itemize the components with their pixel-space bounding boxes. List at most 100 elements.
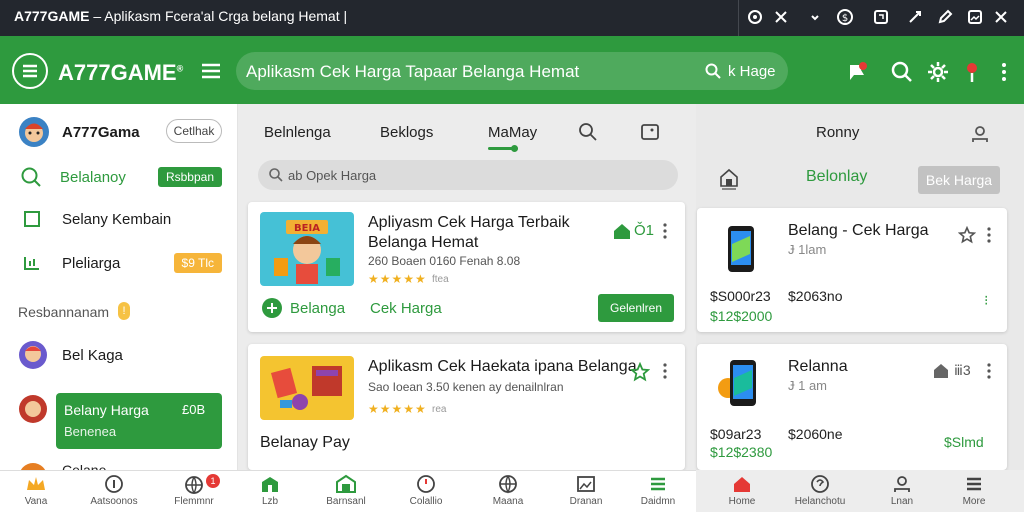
deal-extra: ⁝	[984, 292, 989, 308]
sidebar-item-chip[interactable]: $9 Tlc	[173, 253, 222, 273]
brand-logo[interactable]: A777GAME®	[58, 60, 183, 86]
gear-icon[interactable]	[906, 8, 924, 26]
middle-search-placeholder[interactable]: ab Opek Harga	[288, 168, 376, 183]
product-reviews: rea	[432, 404, 447, 415]
bottom-nav-item[interactable]: Lzb	[240, 474, 300, 512]
image-icon[interactable]	[966, 8, 984, 26]
product-rating: ★★★★★	[368, 272, 427, 286]
right-tab-button[interactable]: Bek Harga	[918, 166, 1000, 194]
more-icon[interactable]	[660, 222, 670, 240]
sidebar-user-label[interactable]: Celane	[62, 462, 106, 470]
brand-text: A777GAME	[58, 60, 177, 85]
product-tag[interactable]: Cek Harga	[370, 300, 442, 317]
menu-icon	[23, 64, 37, 78]
star-icon[interactable]	[630, 362, 650, 382]
bottom-nav-item[interactable]: Daidmn	[628, 474, 688, 512]
bottom-nav-item[interactable]: Barnsanl	[316, 474, 376, 512]
product-title[interactable]: Apliyasm Cek Harga Terbaik	[368, 214, 570, 232]
title-brand: A777GAME	[14, 8, 90, 24]
sidebar-user-selected[interactable]: Belany Harga £0B Benenea	[56, 393, 222, 449]
add-icon[interactable]	[262, 298, 282, 318]
deal-price-discount: $12$2000	[710, 308, 773, 324]
product-title-line2[interactable]: Belanga Hemat	[368, 234, 478, 252]
deal-sub: Ɉ 1 am	[788, 378, 828, 393]
section-badge: !	[118, 302, 130, 320]
location-icon[interactable]	[960, 60, 984, 84]
header-search-text[interactable]: Aplikasm Cek Harga Tapaar Belanga Hemat	[246, 62, 579, 82]
deal-title[interactable]: Belang - Cek Harga	[788, 222, 929, 240]
product-action-button[interactable]: Gelenlren	[598, 294, 674, 322]
hamburger-icon[interactable]	[200, 61, 222, 81]
edit-icon[interactable]	[936, 8, 954, 26]
bottom-nav-item[interactable]: Lnan	[872, 474, 932, 512]
tab-belnlenga[interactable]: Belnlenga	[264, 124, 331, 141]
sidebar-item-belalanoy[interactable]: Belalanoy Rsbbpan	[0, 156, 238, 198]
product-tag[interactable]: Belanga	[290, 300, 345, 317]
list-icon	[22, 253, 44, 273]
header-search-button[interactable]: k Hage	[704, 60, 776, 82]
home-icon[interactable]	[612, 222, 632, 240]
tab-beklogs[interactable]: Beklogs	[380, 124, 433, 141]
bottom-nav-item[interactable]: Dranan	[556, 474, 616, 512]
bottom-nav-item[interactable]: Home	[712, 474, 772, 512]
search-icon[interactable]	[578, 122, 598, 142]
sidebar-user-value: £0B	[182, 402, 206, 417]
close-window-icon[interactable]	[992, 8, 1010, 26]
bottom-nav-item[interactable]: Maana	[478, 474, 538, 512]
more-icon[interactable]	[984, 362, 994, 380]
menu-circle-button[interactable]	[12, 53, 48, 89]
bottom-nav-item[interactable]: Aatsoonos	[84, 474, 144, 512]
deal-sub: Ɉ 1lam	[788, 242, 827, 257]
product-title[interactable]: Aplikasm Cek Haekata ipana Belanga	[368, 358, 637, 376]
box-icon[interactable]	[872, 8, 890, 26]
home-icon[interactable]	[718, 166, 740, 192]
product-footer: Belanay Pay	[260, 434, 350, 451]
record-icon[interactable]	[746, 8, 764, 26]
deal-price: $09ar23	[710, 426, 762, 442]
search-icon	[268, 167, 284, 183]
deal-title[interactable]: Relanna	[788, 358, 848, 376]
flag-icon[interactable]	[846, 60, 870, 84]
crown-icon	[27, 477, 45, 490]
sidebar-user-bel-kaga[interactable]: Bel Kaga	[0, 334, 238, 376]
filter-icon[interactable]	[640, 122, 660, 142]
store-icon[interactable]	[932, 362, 950, 380]
bottom-nav-item[interactable]: Colallio	[396, 474, 456, 512]
close-icon[interactable]	[772, 8, 790, 26]
bottom-nav-item[interactable]: Vana	[6, 474, 66, 512]
profile-button[interactable]: Cetlhak	[166, 119, 222, 143]
store-icon	[336, 474, 356, 493]
chart-icon	[262, 477, 278, 492]
search-icon[interactable]	[890, 60, 914, 84]
settings-icon[interactable]	[926, 60, 950, 84]
sidebar-item-label: Selany Kembain	[62, 210, 172, 228]
profile-icon[interactable]	[970, 124, 990, 144]
avatar	[18, 462, 48, 470]
tab-mamay[interactable]: MaMay	[488, 124, 537, 141]
deal-extra: $Slmd	[944, 434, 984, 450]
title-divider	[738, 0, 739, 36]
bottom-nav-item[interactable]: More	[944, 474, 1004, 512]
sidebar-item-chip[interactable]: Rsbbpan	[157, 167, 222, 187]
star-icon[interactable]	[958, 226, 976, 244]
phone-image	[718, 224, 764, 276]
more-icon[interactable]	[992, 60, 1016, 84]
avatar	[18, 394, 48, 424]
sidebar-item-pleliarga[interactable]: Pleliarga $9 Tlc	[0, 242, 238, 284]
more-icon[interactable]	[660, 362, 670, 380]
bottom-nav-item[interactable]: Helanchotu	[790, 474, 850, 512]
title-label: Apliƙasm Fcera'al Crga belang Hemat	[104, 8, 340, 24]
window-title: A777GAME – Apliƙasm Fcera'al Crga belang…	[14, 8, 347, 24]
right-tab-label[interactable]: Belonlay	[806, 168, 867, 186]
dollar-icon[interactable]: $	[836, 8, 854, 26]
svg-text:$: $	[842, 13, 848, 24]
profile-avatar[interactable]	[18, 116, 50, 148]
deal-price: $2060ne	[788, 426, 843, 442]
sidebar-item-selany-kembain[interactable]: Selany Kembain	[0, 198, 238, 240]
product-image	[260, 356, 354, 420]
more-icon[interactable]	[984, 226, 994, 244]
info-icon	[105, 475, 123, 493]
chevron-down-icon[interactable]	[806, 8, 824, 26]
brand-mark: ®	[176, 63, 184, 74]
avatar	[18, 340, 48, 370]
